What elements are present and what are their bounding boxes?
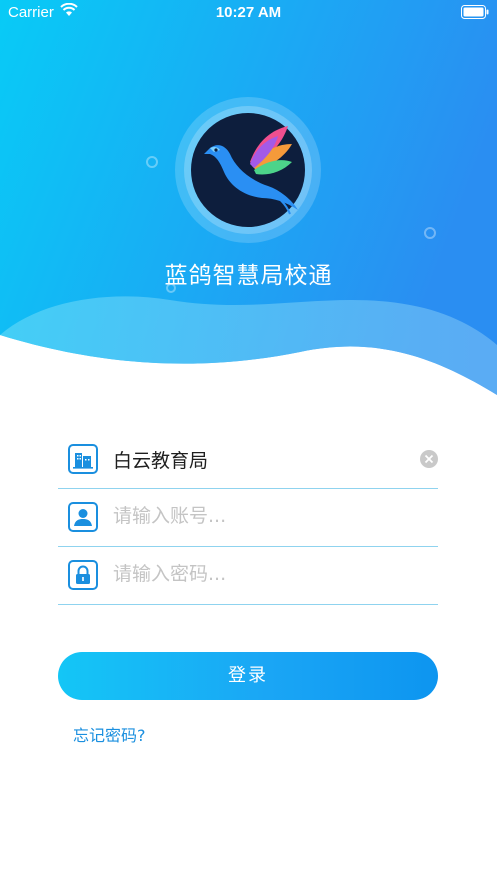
decor-bubble [424, 227, 436, 239]
organization-field[interactable]: 白云教育局 [58, 430, 438, 489]
clock: 10:27 AM [215, 4, 282, 21]
user-icon [68, 502, 98, 532]
login-button[interactable]: 登录 [58, 652, 438, 700]
decor-bubble [146, 156, 158, 168]
account-input[interactable] [113, 501, 413, 531]
building-icon [68, 444, 98, 474]
password-input[interactable] [113, 559, 413, 589]
battery-icon [461, 5, 489, 23]
forgot-password-link[interactable]: 忘记密码? [73, 722, 146, 746]
app-title: 蓝鸽智慧局校通 [164, 263, 333, 289]
lock-icon [68, 560, 98, 590]
account-field[interactable] [58, 488, 438, 547]
app-logo [174, 96, 322, 244]
status-bar: Carrier 10:27 AM [0, 0, 497, 26]
password-field[interactable] [58, 546, 438, 605]
organization-value[interactable]: 白云教育局 [113, 446, 208, 473]
clear-icon[interactable] [420, 450, 438, 468]
